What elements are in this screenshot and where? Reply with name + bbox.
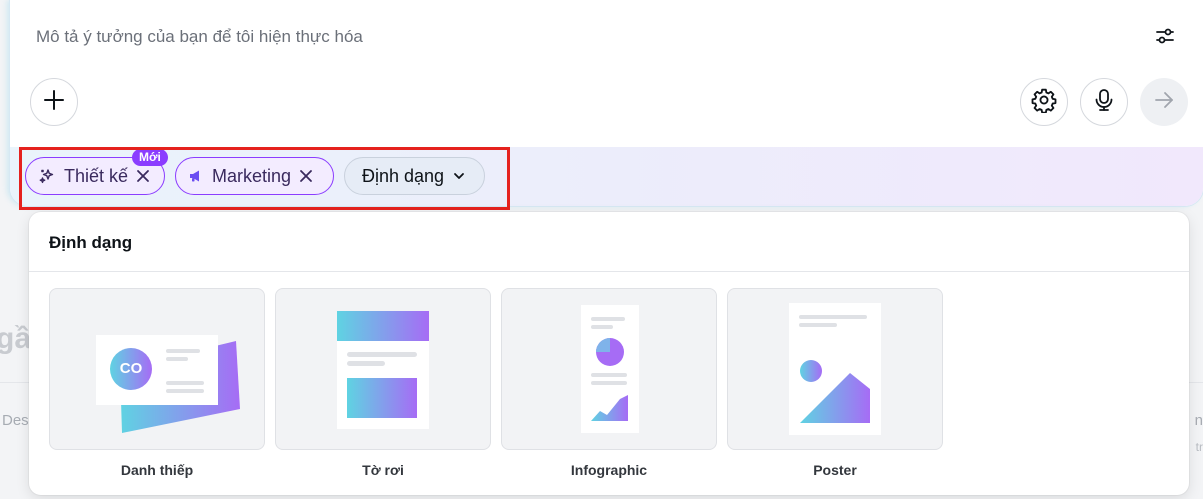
format-option-label: Infographic (570, 462, 648, 478)
format-option-label: Tờ rơi (362, 462, 404, 478)
settings-button[interactable] (1020, 78, 1068, 126)
background-right-fragment-2: tr (1195, 440, 1203, 454)
annotation-highlight-box (19, 147, 510, 210)
format-dropdown-panel: Định dạng CO Danh thiếp Tờ rơi Infograph… (29, 212, 1189, 495)
add-button[interactable] (30, 78, 78, 126)
send-button[interactable] (1140, 78, 1188, 126)
format-option-label: Poster (813, 462, 857, 478)
background-right-fragment: n (1194, 412, 1203, 429)
panel-title: Định dạng (49, 233, 133, 252)
background-tab-fragment: Des (2, 412, 29, 429)
sliders-icon (1155, 27, 1175, 50)
microphone-button[interactable] (1080, 78, 1128, 126)
settings-sliders-button[interactable] (1153, 26, 1177, 50)
card-logo-text: CO (119, 360, 143, 377)
plus-icon (43, 89, 65, 116)
arrow-right-icon (1154, 91, 1174, 114)
format-option-poster[interactable] (727, 288, 943, 450)
format-option-flyer[interactable] (275, 288, 491, 450)
format-option-business-card[interactable]: CO (49, 288, 265, 450)
microphone-icon (1093, 88, 1115, 117)
panel-divider (29, 271, 1189, 272)
prompt-input[interactable]: Mô tả ý tưởng của bạn để tôi hiện thực h… (36, 27, 363, 47)
background-heading-fragment: gầ (0, 322, 32, 355)
format-option-infographic[interactable] (501, 288, 717, 450)
format-option-label: Danh thiếp (120, 462, 194, 478)
gear-icon (1031, 87, 1057, 118)
